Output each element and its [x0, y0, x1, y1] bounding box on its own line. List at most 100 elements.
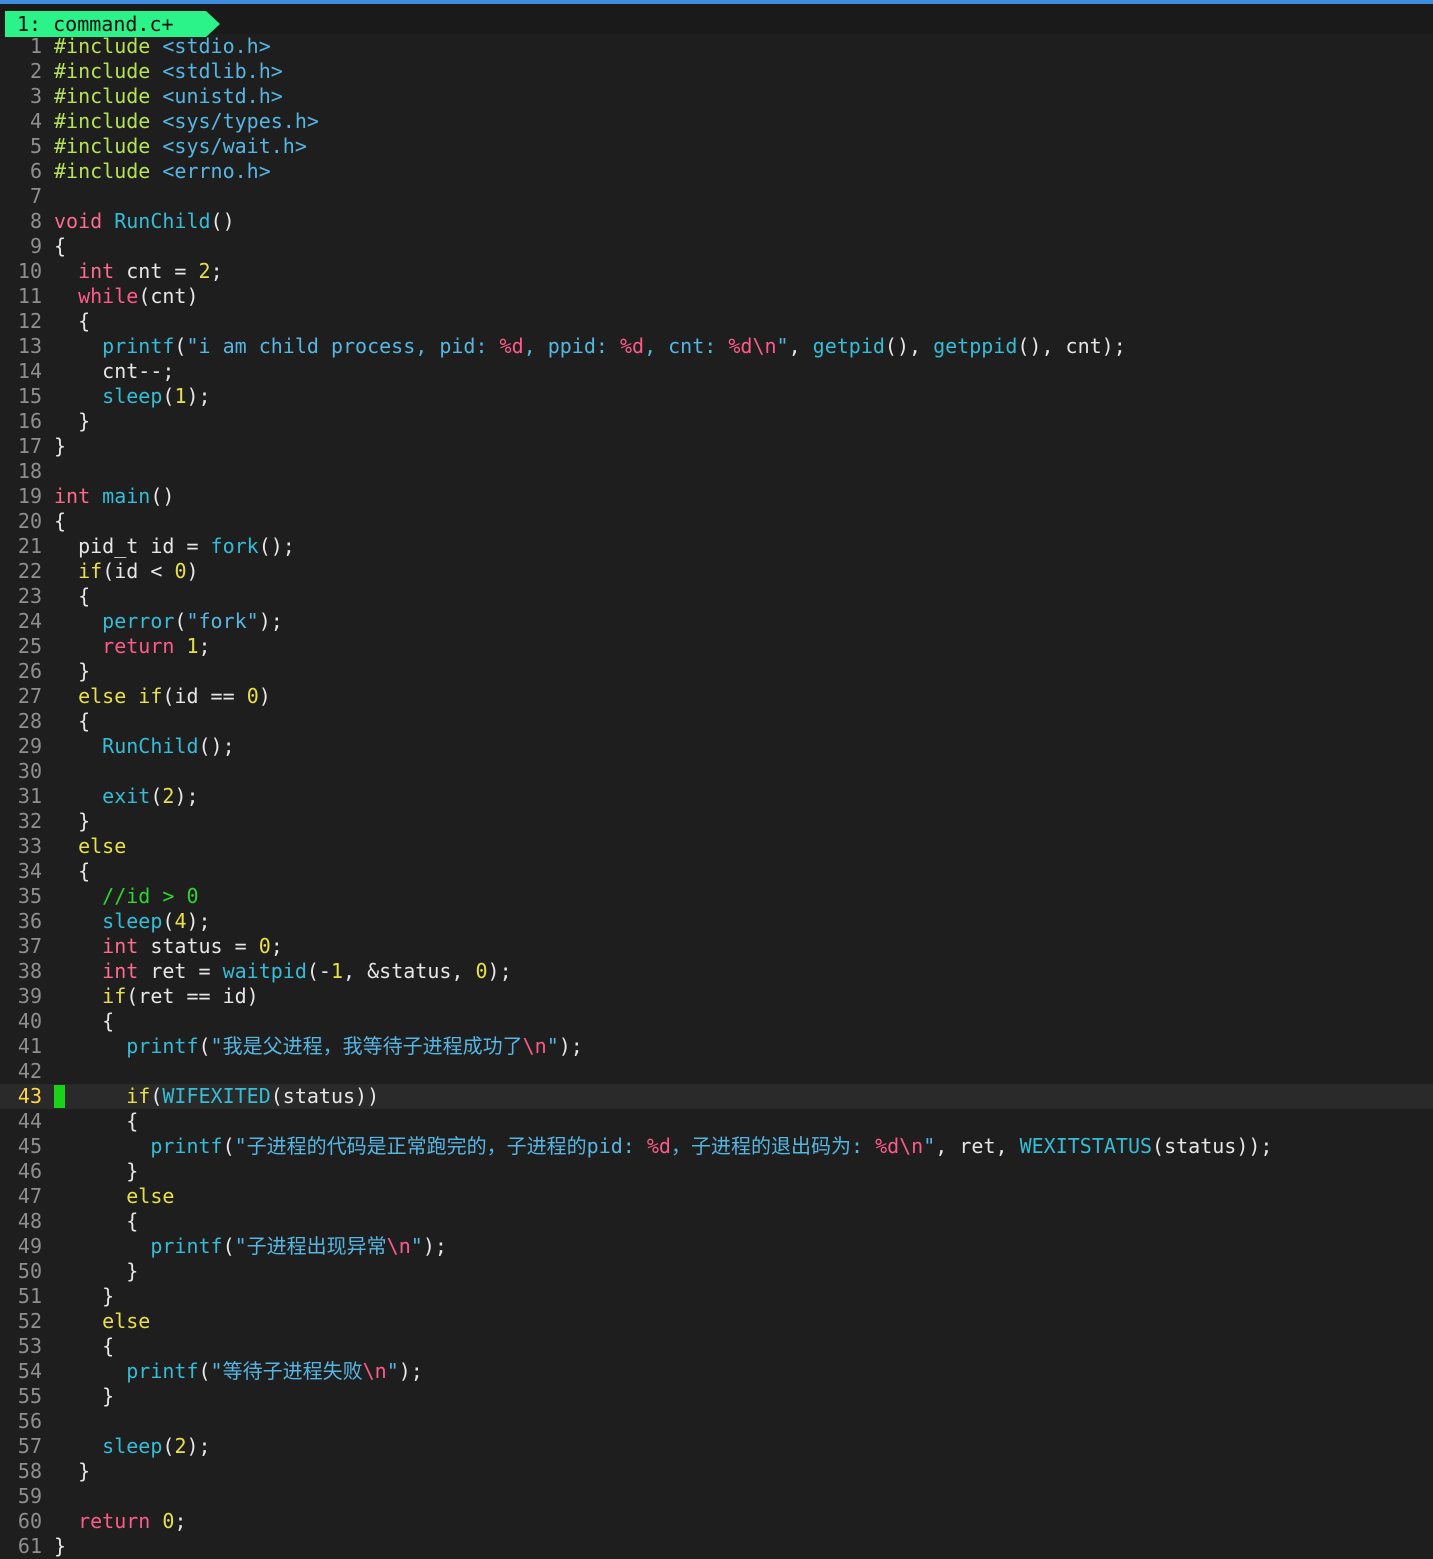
- code-token: main: [102, 484, 151, 508]
- code-token: }: [54, 1284, 115, 1308]
- code-line[interactable]: 27 else if(id == 0): [0, 684, 1433, 709]
- code-line[interactable]: 7: [0, 184, 1433, 209]
- code-line[interactable]: 25 return 1;: [0, 634, 1433, 659]
- line-number: 23: [17, 584, 42, 608]
- code-line[interactable]: 8 void RunChild(): [0, 209, 1433, 234]
- code-line[interactable]: 35 //id > 0: [0, 884, 1433, 909]
- code-line[interactable]: 39 if(ret == id): [0, 984, 1433, 1009]
- code-line[interactable]: 61}: [0, 1534, 1433, 1559]
- code-line[interactable]: 9{: [0, 234, 1433, 259]
- code-text: {: [54, 234, 1433, 259]
- code-line[interactable]: 20 {: [0, 509, 1433, 534]
- code-token: #include: [54, 59, 163, 83]
- code-line[interactable]: 59: [0, 1484, 1433, 1509]
- code-line[interactable]: 29 RunChild();: [0, 734, 1433, 759]
- code-line[interactable]: 48 {: [0, 1209, 1433, 1234]
- code-token: \n: [362, 1359, 387, 1383]
- code-line[interactable]: 58 }: [0, 1459, 1433, 1484]
- code-token: }: [54, 1259, 139, 1283]
- code-text: pid_t id = fork();: [54, 534, 1433, 559]
- code-line[interactable]: 11 while(cnt): [0, 284, 1433, 309]
- code-line[interactable]: 6 #include <errno.h>: [0, 159, 1433, 184]
- code-line[interactable]: 38 int ret = waitpid(-1, &status, 0);: [0, 959, 1433, 984]
- code-line[interactable]: 33 else: [0, 834, 1433, 859]
- code-line[interactable]: 13 printf("i am child process, pid: %d, …: [0, 334, 1433, 359]
- code-line[interactable]: 24 perror("fork");: [0, 609, 1433, 634]
- code-token: sleep: [102, 1434, 163, 1458]
- code-text: else: [54, 1309, 1433, 1334]
- code-token: WEXITSTATUS: [1019, 1134, 1153, 1158]
- code-text: #include <sys/types.h>: [54, 109, 1433, 134]
- code-token: fork: [210, 534, 259, 558]
- line-number: 57: [17, 1434, 42, 1458]
- code-line[interactable]: 12 {: [0, 309, 1433, 334]
- code-line[interactable]: 54 printf("等待子进程失败\n");: [0, 1359, 1433, 1384]
- code-token: (),: [884, 334, 934, 358]
- code-line[interactable]: 34 {: [0, 859, 1433, 884]
- code-line[interactable]: 26 }: [0, 659, 1433, 684]
- code-line[interactable]: 23 {: [0, 584, 1433, 609]
- code-text: #include <sys/wait.h>: [54, 134, 1433, 159]
- code-line[interactable]: 14 cnt--;: [0, 359, 1433, 384]
- code-token: if: [102, 984, 127, 1008]
- code-text: while(cnt): [54, 284, 1433, 309]
- code-line[interactable]: 42: [0, 1059, 1433, 1084]
- code-line[interactable]: 3 #include <unistd.h>: [0, 84, 1433, 109]
- code-token: }: [54, 1384, 115, 1408]
- code-line[interactable]: 53 {: [0, 1334, 1433, 1359]
- code-line[interactable]: 40 {: [0, 1009, 1433, 1034]
- code-token: waitpid: [222, 959, 307, 983]
- code-line[interactable]: 57 sleep(2);: [0, 1434, 1433, 1459]
- line-number: 58: [17, 1459, 42, 1483]
- code-line[interactable]: 32 }: [0, 809, 1433, 834]
- code-token: else: [126, 1184, 175, 1208]
- code-token: 2: [162, 784, 175, 808]
- code-line[interactable]: 4 #include <sys/types.h>: [0, 109, 1433, 134]
- code-line[interactable]: 44 {: [0, 1109, 1433, 1134]
- code-line[interactable]: 17}: [0, 434, 1433, 459]
- code-token: ;: [270, 934, 283, 958]
- code-line[interactable]: 16 }: [0, 409, 1433, 434]
- code-line[interactable]: 47 else: [0, 1184, 1433, 1209]
- code-text: }: [54, 809, 1433, 834]
- code-line[interactable]: 60 return 0;: [0, 1509, 1433, 1534]
- code-text: {: [54, 1334, 1433, 1359]
- code-line[interactable]: 52 else: [0, 1309, 1433, 1334]
- code-line[interactable]: 19 int main(): [0, 484, 1433, 509]
- code-line[interactable]: 5 #include <sys/wait.h>: [0, 134, 1433, 159]
- code-line[interactable]: 37 int status = 0;: [0, 934, 1433, 959]
- code-line[interactable]: 15 sleep(1);: [0, 384, 1433, 409]
- code-line[interactable]: 28 {: [0, 709, 1433, 734]
- code-line[interactable]: 30: [0, 759, 1433, 784]
- code-line[interactable]: 41 printf("我是父进程，我等待子进程成功了\n");: [0, 1034, 1433, 1059]
- code-line[interactable]: 56: [0, 1409, 1433, 1434]
- code-line[interactable]: 50 }: [0, 1259, 1433, 1284]
- code-line[interactable]: 46 }: [0, 1159, 1433, 1184]
- code-line[interactable]: 21 pid_t id = fork();: [0, 534, 1433, 559]
- code-line[interactable]: 51 }: [0, 1284, 1433, 1309]
- code-line[interactable]: 55 }: [0, 1384, 1433, 1409]
- line-number: 55: [17, 1384, 42, 1408]
- code-line[interactable]: 10 int cnt = 2;: [0, 259, 1433, 284]
- tab-bar: 1: command.c+: [0, 4, 1433, 34]
- code-line[interactable]: 36 sleep(4);: [0, 909, 1433, 934]
- line-number: 47: [17, 1184, 42, 1208]
- code-line[interactable]: 31 exit(2);: [0, 784, 1433, 809]
- code-line[interactable]: 22 if(id < 0): [0, 559, 1433, 584]
- code-line[interactable]: 43 if(WIFEXITED(status)): [0, 1084, 1433, 1109]
- code-line[interactable]: 2 #include <stdlib.h>: [0, 59, 1433, 84]
- code-text: return 1;: [54, 634, 1433, 659]
- code-line[interactable]: 18: [0, 459, 1433, 484]
- code-line[interactable]: 1 #include <stdio.h>: [0, 34, 1433, 59]
- code-editor[interactable]: 1 #include <stdio.h> 2 #include <stdlib.h> 3…: [0, 34, 1433, 1559]
- code-line[interactable]: 45 printf("子进程的代码是正常跑完的，子进程的pid: %d，子进程的…: [0, 1134, 1433, 1159]
- code-line[interactable]: 49 printf("子进程出现异常\n");: [0, 1234, 1433, 1259]
